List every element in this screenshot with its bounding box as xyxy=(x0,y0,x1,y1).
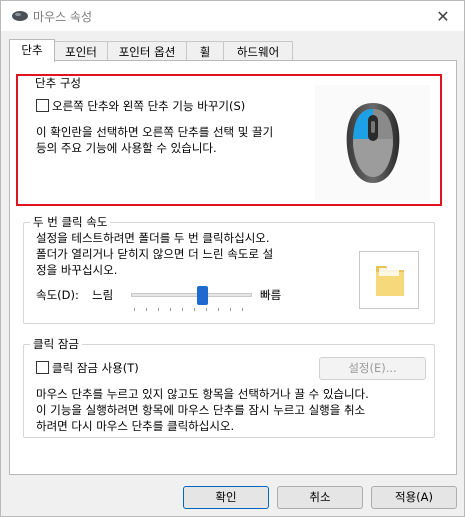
slider-tick xyxy=(158,308,159,311)
mouse-app-icon xyxy=(12,11,28,21)
apply-button[interactable]: 적용(A) xyxy=(371,486,457,509)
slow-label: 느림 xyxy=(92,288,114,302)
slider-tick xyxy=(194,308,195,311)
tab-hardware[interactable]: 하드웨어 xyxy=(223,41,293,61)
tab-pointer-options[interactable]: 포인터 옵션 xyxy=(107,41,187,61)
click-lock-line1: 마우스 단추를 누르고 있지 않고도 항목을 선택하거나 끌 수 있습니다. xyxy=(36,387,369,401)
cancel-button[interactable]: 취소 xyxy=(277,486,363,509)
double-click-line1: 설정을 테스트하려면 폴더를 두 번 클릭하십시오. xyxy=(36,231,270,245)
click-lock-checkbox[interactable] xyxy=(36,361,49,374)
slider-tick xyxy=(182,308,183,311)
window-title: 마우스 속성 xyxy=(33,10,93,24)
slider-tick xyxy=(242,308,243,311)
slider-tick xyxy=(218,308,219,311)
click-lock-checkbox-label: 클릭 잠금 사용(T) xyxy=(52,361,139,375)
test-folder[interactable] xyxy=(359,251,419,309)
slider-tick xyxy=(146,308,147,311)
click-lock-settings-button[interactable]: 설정(E)... xyxy=(319,357,426,380)
slider-tick xyxy=(206,308,207,311)
speed-slider-thumb[interactable] xyxy=(197,286,208,305)
fast-label: 빠름 xyxy=(260,288,282,302)
close-icon[interactable]: ✕ xyxy=(430,3,456,29)
title-bar: 마우스 속성 ✕ xyxy=(1,1,464,31)
tab-buttons[interactable]: 단추 xyxy=(9,39,55,62)
slider-tick xyxy=(134,308,135,311)
speed-slider-track[interactable] xyxy=(131,293,252,297)
slider-tick xyxy=(170,308,171,311)
click-lock-label: 클릭 잠금 xyxy=(30,336,82,352)
double-click-label: 두 번 클릭 속도 xyxy=(30,214,111,230)
ok-button[interactable]: 확인 xyxy=(183,486,269,509)
slider-tick xyxy=(230,308,231,311)
double-click-line3: 정을 바꾸십시오. xyxy=(36,263,118,277)
folder-icon xyxy=(376,266,404,296)
click-lock-checkbox-row[interactable]: 클릭 잠금 사용(T) xyxy=(36,360,139,376)
speed-label: 속도(D): xyxy=(36,288,79,302)
double-click-line2: 폴더가 열리거나 닫히지 않으면 더 느린 속도로 설 xyxy=(36,247,274,261)
click-lock-line2: 이 기능을 실행하려면 항목에 마우스 단추를 잠시 누르고 실행을 취소 xyxy=(36,403,366,417)
mouse-properties-window: 마우스 속성 ✕ 단추 포인터 포인터 옵션 휠 하드웨어 단추 구성 오른쪽 … xyxy=(0,0,465,517)
button-config-highlight xyxy=(16,74,442,206)
click-lock-line3: 하려면 다시 마우스 단추를 클릭하십시오. xyxy=(36,419,235,433)
tab-pointers[interactable]: 포인터 xyxy=(54,41,108,61)
tab-wheel[interactable]: 휠 xyxy=(186,41,224,61)
